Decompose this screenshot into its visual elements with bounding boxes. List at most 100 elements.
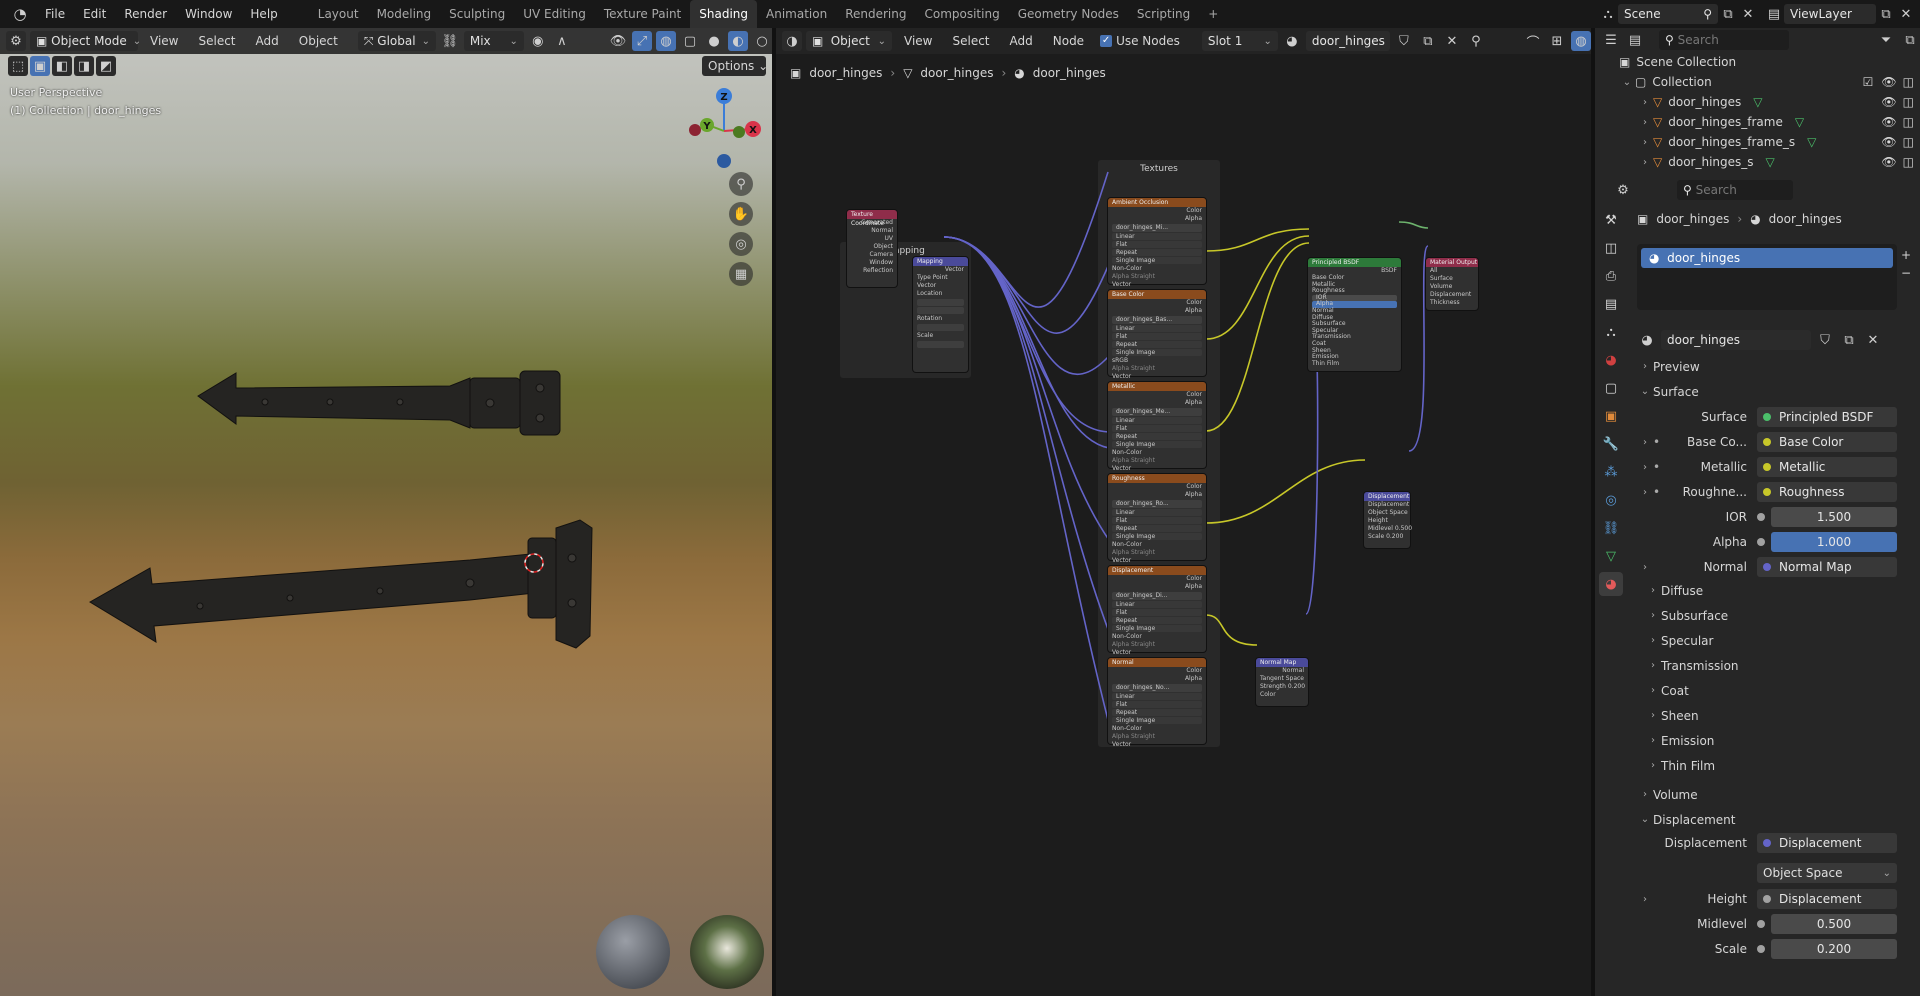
texture-image-field[interactable]: door_hinges_Bas...	[1112, 316, 1202, 324]
outliner-item[interactable]: › ▽ door_hinges_s ▽ 👁 ◫	[1595, 152, 1920, 172]
menu-help[interactable]: Help	[241, 0, 286, 28]
render-camera-icon[interactable]: ◫	[1903, 115, 1914, 129]
delete-view-layer-icon[interactable]: ✕	[1896, 4, 1916, 24]
visibility-eye-icon[interactable]: 👁	[1881, 155, 1896, 169]
input-link-field[interactable]: Roughness	[1757, 482, 1897, 502]
falloff-icon[interactable]: ∧	[552, 31, 572, 51]
mapping-loc-y[interactable]	[917, 307, 964, 314]
texture-option-dropdown[interactable]: Single Image	[1112, 349, 1202, 356]
visibility-eye-icon[interactable]: 👁	[1881, 135, 1896, 149]
subpanel-sheen[interactable]: › Sheen	[1637, 703, 1912, 728]
texture-option-dropdown[interactable]: Linear	[1112, 233, 1202, 240]
node-menu-select[interactable]: Select	[944, 34, 997, 48]
ior-field[interactable]: 1.500	[1771, 507, 1897, 527]
pin-node-icon[interactable]: ⚲	[1466, 31, 1486, 51]
select-intersect-icon[interactable]: ◩	[96, 56, 116, 76]
collection-row[interactable]: ⌄ ▢ Collection ☑ 👁 ◫	[1595, 72, 1920, 92]
texture-alpha-mode-row[interactable]: Alpha Straight	[1108, 549, 1206, 557]
mapping-node[interactable]: Mapping Vector Type Point Vector Locatio…	[913, 257, 968, 372]
menu-add[interactable]: Add	[248, 34, 287, 48]
item-expand-icon[interactable]: ›	[1637, 137, 1653, 148]
texture-option-dropdown[interactable]: Flat	[1112, 425, 1202, 432]
item-expand-icon[interactable]: ›	[1637, 117, 1653, 128]
item-expand-icon[interactable]: ›	[1637, 157, 1653, 168]
collection-tab-icon[interactable]: ▢	[1599, 376, 1623, 400]
texture-option-dropdown[interactable]: Single Image	[1112, 625, 1202, 632]
image-texture-node[interactable]: Ambient Occlusion Color Alpha door_hinges_M…	[1108, 198, 1206, 288]
select-extend-icon[interactable]: ◧	[52, 56, 72, 76]
subpanel-transmission[interactable]: › Transmission	[1637, 653, 1912, 678]
texture-alpha-mode-row[interactable]: Alpha Straight	[1108, 641, 1206, 649]
midlevel-field[interactable]: 0.500	[1771, 914, 1897, 934]
alpha-field[interactable]: 1.000	[1771, 532, 1897, 552]
visibility-eye-icon[interactable]: 👁	[1881, 75, 1896, 89]
shader-type-dropdown[interactable]: ▣ Object	[806, 31, 892, 51]
subpanel-coat[interactable]: › Coat	[1637, 678, 1912, 703]
image-texture-node[interactable]: Metallic Color Alpha door_hinges_Me... Linea…	[1108, 382, 1206, 472]
subpanel-subsurface[interactable]: › Subsurface	[1637, 603, 1912, 628]
filter-icon[interactable]: ⏷	[1876, 30, 1896, 50]
render-camera-icon[interactable]: ◫	[1903, 75, 1914, 89]
outliner-item[interactable]: › ▽ door_hinges ▽ 👁 ◫	[1595, 92, 1920, 112]
texture-option-dropdown[interactable]: Linear	[1112, 325, 1202, 332]
material-slot-dropdown[interactable]: Slot 1	[1201, 31, 1278, 51]
menu-render[interactable]: Render	[115, 0, 176, 28]
texture-alpha-mode-row[interactable]: Alpha Straight	[1108, 365, 1206, 373]
overlay-toggle-icon[interactable]: ◍	[656, 31, 676, 51]
subpanel-emission[interactable]: › Emission	[1637, 728, 1912, 753]
displacement-space[interactable]: Object Space	[1364, 509, 1410, 517]
props-fake-user-icon[interactable]: ⛉	[1815, 330, 1835, 350]
add-workspace-button[interactable]: +	[1199, 0, 1227, 28]
menu-select[interactable]: Select	[190, 34, 243, 48]
menu-view[interactable]: View	[142, 34, 186, 48]
texture-image-field[interactable]: door_hinges_No...	[1112, 684, 1202, 692]
preview-panel-header[interactable]: › Preview	[1637, 354, 1912, 379]
mapping-rot-x[interactable]	[917, 324, 964, 331]
tab-modeling[interactable]: Modeling	[368, 0, 441, 28]
displacement-space-dropdown[interactable]: Object Space	[1757, 863, 1897, 883]
shading-rendered-icon[interactable]: ○	[752, 31, 772, 51]
render-tab-icon[interactable]: ◫	[1599, 236, 1623, 260]
displacement-node[interactable]: Displacement Displacement Object Space H…	[1364, 492, 1412, 548]
displacement-input-field[interactable]: Displacement	[1757, 833, 1897, 853]
node-menu-view[interactable]: View	[896, 34, 940, 48]
world-tab-icon[interactable]: ◕	[1599, 348, 1623, 372]
unlink-material-icon[interactable]: ✕	[1442, 31, 1462, 51]
input-link-field[interactable]: Metallic	[1757, 457, 1897, 477]
new-scene-icon[interactable]: ⧉	[1718, 4, 1738, 24]
material-output-node[interactable]: Material Output All Surface Volume Displ…	[1426, 258, 1478, 310]
principled-bsdf-node[interactable]: Principled BSDF BSDF Base Color Metallic R…	[1308, 258, 1401, 371]
texture-option-dropdown[interactable]: Single Image	[1112, 441, 1202, 448]
tab-layout[interactable]: Layout	[309, 0, 368, 28]
snap-grid-icon[interactable]: ⊞	[1547, 31, 1567, 51]
zoom-icon[interactable]: ⚲	[729, 172, 753, 196]
texture-option-dropdown[interactable]: Linear	[1112, 601, 1202, 608]
volume-panel-header[interactable]: › Volume	[1637, 782, 1912, 807]
view-layer-tab-icon[interactable]: ▤	[1599, 292, 1623, 316]
texture-option-dropdown[interactable]: Repeat	[1112, 341, 1202, 348]
material-tab-icon[interactable]: ◕	[1599, 572, 1623, 596]
scene-tab-icon[interactable]: ⛬	[1599, 320, 1623, 344]
texture-option-dropdown[interactable]: Single Image	[1112, 717, 1202, 724]
snap-node-icon[interactable]: ⌒	[1523, 31, 1543, 51]
menu-window[interactable]: Window	[176, 0, 241, 28]
texture-alpha-mode-row[interactable]: Alpha Straight	[1108, 457, 1206, 465]
texture-option-dropdown[interactable]: Linear	[1112, 509, 1202, 516]
perspective-toggle-icon[interactable]: ▦	[729, 262, 753, 286]
input-link-field[interactable]: Base Color	[1757, 432, 1897, 452]
tab-compositing[interactable]: Compositing	[915, 0, 1008, 28]
tool-tab-icon[interactable]: ⚒	[1599, 208, 1623, 232]
image-texture-node[interactable]: Base Color Color Alpha door_hinges_Bas... Li…	[1108, 290, 1206, 380]
physics-tab-icon[interactable]: ◎	[1599, 488, 1623, 512]
texture-colorspace-row[interactable]: Non-Color	[1108, 541, 1206, 549]
texture-option-dropdown[interactable]: Repeat	[1112, 525, 1202, 532]
proportional-edit-icon[interactable]: ◉	[528, 31, 548, 51]
pan-hand-icon[interactable]: ✋	[729, 202, 753, 226]
transform-orientation-dropdown[interactable]: ⤧ Global	[357, 31, 436, 51]
duplicate-material-icon[interactable]: ⧉	[1418, 31, 1438, 51]
texture-option-dropdown[interactable]: Repeat	[1112, 249, 1202, 256]
editor-type-icon[interactable]: ⚙	[6, 31, 26, 51]
snap-mode-dropdown[interactable]: Mix	[463, 31, 524, 51]
tab-shading[interactable]: Shading	[690, 0, 757, 28]
displacement-scale-field[interactable]: Scale 0.200	[1364, 533, 1410, 541]
